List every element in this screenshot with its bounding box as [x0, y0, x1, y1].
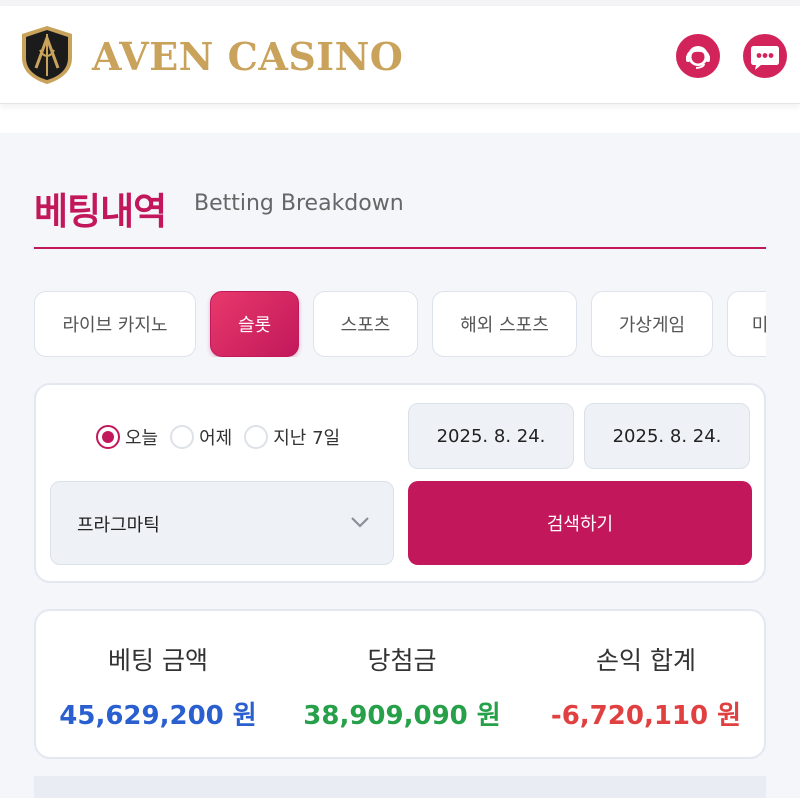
support-agent-icon[interactable] [676, 34, 720, 78]
provider-select-value: 프라그마틱 [77, 515, 160, 536]
radio-unselected-icon[interactable] [170, 425, 195, 449]
summary-net: 손익 합계 -6,720,110 원 [524, 611, 768, 761]
start-date-field[interactable]: 2025. 8. 24. [408, 403, 574, 469]
win-amount-label: 당첨금 [367, 646, 437, 675]
chat-bubble-icon[interactable] [743, 34, 787, 78]
radio-today-label: 오늘 [125, 428, 159, 449]
radio-last-7-days-label: 지난 7일 [273, 428, 341, 449]
net-profit-label: 손익 합계 [596, 646, 696, 675]
tab-overseas-sports[interactable]: 해외 스포츠 [432, 291, 577, 357]
bet-amount-value: 45,629,200 원 [59, 701, 257, 731]
tab-live-casino[interactable]: 라이브 카지노 [34, 291, 196, 357]
app-header: AVEN CASINO [0, 6, 800, 104]
results-list-top [34, 776, 766, 798]
summary-bet: 베팅 금액 45,629,200 원 [36, 611, 280, 761]
radio-yesterday-label: 어제 [199, 428, 233, 449]
page-subtitle: Betting Breakdown [194, 191, 404, 216]
aven-shield-logo-icon[interactable] [20, 24, 74, 86]
summary-win: 당첨금 38,909,090 원 [280, 611, 524, 761]
end-date-field[interactable]: 2025. 8. 24. [584, 403, 750, 469]
net-profit-value: -6,720,110 원 [550, 701, 742, 731]
win-amount-value: 38,909,090 원 [303, 701, 501, 731]
brand-name: AVEN CASINO [92, 34, 404, 79]
betting-history-panel: 베팅내역 Betting Breakdown 라이브 카지노 슬롯 스포츠 해외… [0, 133, 800, 798]
radio-yesterday[interactable]: 어제 [170, 424, 232, 450]
tab-sports[interactable]: 스포츠 [313, 291, 418, 357]
tab-virtual-game[interactable]: 가상게임 [591, 291, 713, 357]
betting-summary-card: 베팅 금액 45,629,200 원 당첨금 38,909,090 원 손익 합… [34, 609, 766, 759]
provider-select[interactable]: 프라그마틱 [50, 481, 394, 565]
date-range-radio-group: 오늘 어제 지난 7일 [96, 423, 352, 451]
tab-slot[interactable]: 슬롯 [210, 291, 299, 357]
radio-today[interactable]: 오늘 [96, 424, 158, 450]
game-category-tabs: 라이브 카지노 슬롯 스포츠 해외 스포츠 가상게임 미 [34, 291, 766, 357]
page-title-row: 베팅내역 Betting Breakdown [34, 181, 766, 249]
search-filter-card: 오늘 어제 지난 7일 2025. 8. 24. 2025. 8. 24. 프라… [34, 383, 766, 583]
radio-selected-icon[interactable] [96, 425, 120, 449]
chevron-down-icon [349, 514, 371, 530]
radio-last-7-days[interactable]: 지난 7일 [244, 424, 340, 450]
bet-amount-label: 베팅 금액 [108, 646, 208, 675]
page-title: 베팅내역 [34, 190, 167, 233]
radio-unselected-icon[interactable] [244, 425, 269, 449]
tab-more[interactable]: 미 [727, 291, 766, 357]
search-button[interactable]: 검색하기 [408, 481, 752, 565]
